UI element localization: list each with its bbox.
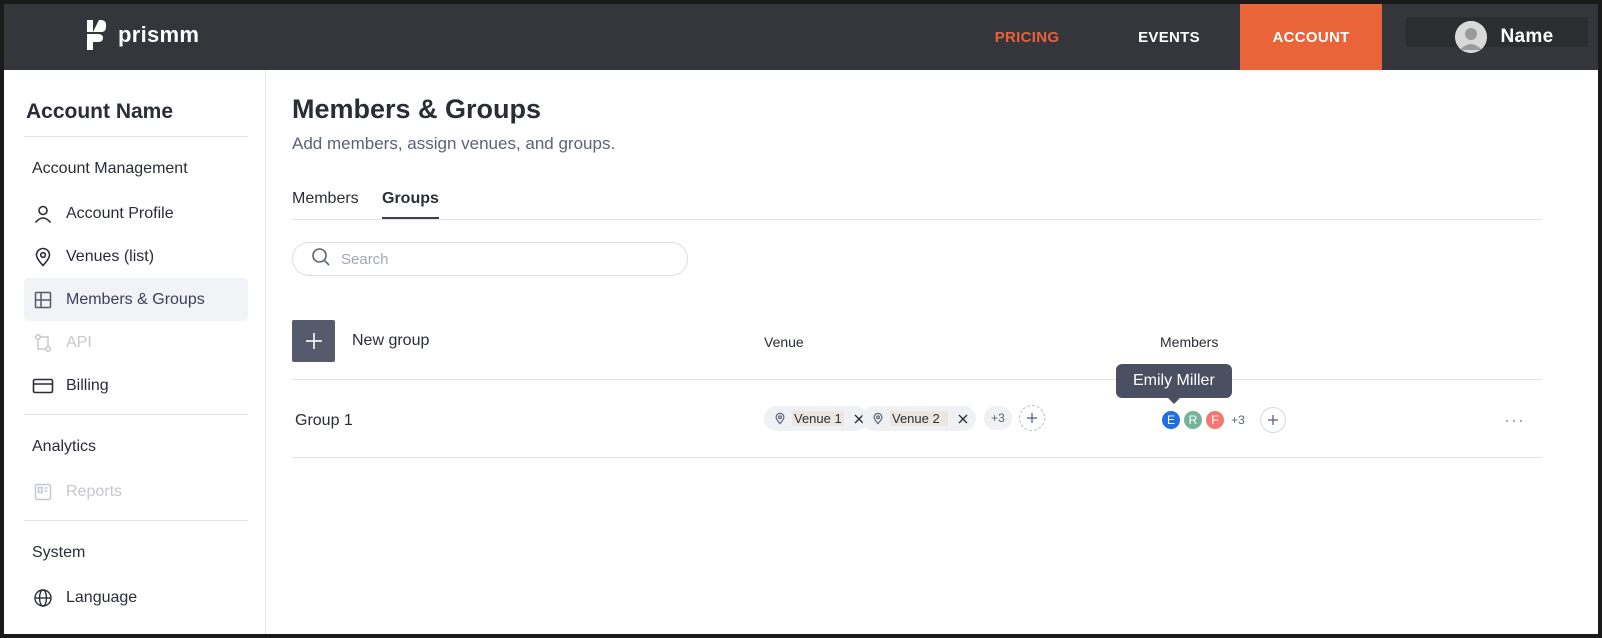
sidebar-divider	[24, 136, 248, 137]
sidebar-item-label: Account Profile	[66, 204, 174, 222]
new-group-button[interactable]	[292, 320, 335, 362]
table-row: Group 1 Venue 1 Venue 2 +3 E R F +3 ···	[292, 380, 1542, 458]
sidebar-item-label: API	[66, 333, 92, 351]
member-avatar[interactable]: F	[1204, 409, 1226, 431]
member-avatar[interactable]: E	[1160, 409, 1182, 431]
venue-chip: Venue 2	[862, 406, 976, 431]
member-more-count[interactable]: +3	[1226, 408, 1250, 432]
sidebar-item-api: API	[24, 321, 248, 364]
page-subtitle: Add members, assign venues, and groups.	[292, 134, 616, 153]
sidebar-item-label: Venues (list)	[66, 247, 155, 265]
section-analytics: Analytics	[32, 438, 97, 455]
reports-icon	[32, 481, 54, 503]
tabs: Members Groups	[292, 180, 1542, 220]
user-menu[interactable]: Name	[1382, 4, 1598, 70]
section-system: System	[32, 544, 86, 561]
sidebar-item-account-profile[interactable]: Account Profile	[24, 192, 248, 235]
sidebar-item-label: Billing	[66, 376, 109, 394]
member-avatar[interactable]: R	[1182, 409, 1204, 431]
add-venue-button[interactable]	[1019, 405, 1045, 431]
credit-card-icon	[32, 375, 54, 397]
prismm-logo-icon	[87, 20, 106, 50]
logo[interactable]: prismm	[84, 18, 199, 52]
venue-chip-label: Venue 1	[792, 411, 844, 426]
venue-chip: Venue 1	[764, 406, 868, 431]
nav-account[interactable]: ACCOUNT	[1240, 4, 1382, 70]
sidebar-item-language[interactable]: Language	[24, 576, 248, 619]
location-pin-icon	[775, 412, 785, 425]
add-member-button[interactable]	[1260, 407, 1286, 433]
avatar-person-icon	[1454, 21, 1487, 53]
main-content: Members & Groups Add members, assign ven…	[292, 70, 1542, 630]
sidebar-item-members-groups[interactable]: Members & Groups	[24, 278, 248, 321]
grid-icon	[32, 289, 54, 311]
location-pin-icon	[873, 412, 883, 425]
sidebar-item-billing[interactable]: Billing	[24, 364, 248, 407]
globe-icon	[32, 587, 54, 609]
top-nav: PRICING EVENTS ACCOUNT Name	[956, 4, 1598, 70]
tab-members[interactable]: Members	[292, 190, 359, 217]
row-more-menu-icon[interactable]: ···	[1504, 410, 1525, 431]
section-account-management: Account Management	[32, 160, 188, 177]
avatar	[1454, 21, 1487, 53]
sidebar-item-label: Reports	[66, 482, 123, 500]
plus-icon	[1027, 413, 1037, 423]
search-box	[292, 242, 688, 276]
sidebar: Account Name Account Management Account …	[4, 70, 266, 634]
sidebar-divider	[24, 414, 248, 415]
page-title: Members & Groups	[292, 94, 542, 124]
sidebar-divider	[24, 520, 248, 521]
venue-chip-label: Venue 2	[890, 411, 948, 426]
plus-icon	[1268, 415, 1278, 425]
nav-pricing[interactable]: PRICING	[956, 4, 1098, 70]
location-pin-icon	[32, 246, 54, 268]
logo-text: prismm	[118, 22, 200, 47]
sidebar-item-reports: Reports	[24, 470, 248, 513]
group-name[interactable]: Group 1	[295, 412, 353, 430]
remove-venue-button[interactable]	[954, 410, 972, 428]
column-header-members: Members	[1160, 334, 1219, 350]
sidebar-item-label: Language	[66, 588, 138, 606]
member-tooltip: Emily Miller	[1116, 364, 1232, 404]
venue-more-count[interactable]: +3	[984, 406, 1012, 430]
api-icon	[32, 332, 54, 354]
sidebar-item-venues[interactable]: Venues (list)	[24, 235, 248, 278]
top-bar: prismm PRICING EVENTS ACCOUNT Name	[4, 4, 1598, 70]
table-header: New group Venue Members	[292, 318, 1542, 380]
plus-icon	[305, 333, 322, 349]
tab-groups[interactable]: Groups	[382, 190, 439, 219]
sidebar-item-label: Members & Groups	[66, 290, 205, 308]
user-icon	[32, 203, 54, 225]
user-pill	[1406, 17, 1588, 47]
search-icon	[311, 247, 331, 272]
search-input[interactable]	[341, 250, 661, 268]
new-group-label[interactable]: New group	[352, 332, 429, 350]
nav-events[interactable]: EVENTS	[1098, 4, 1240, 70]
user-name: Name	[1500, 26, 1554, 47]
app-window: prismm PRICING EVENTS ACCOUNT Name Accou…	[0, 0, 1602, 638]
account-name: Account Name	[26, 100, 174, 123]
column-header-venue: Venue	[764, 334, 804, 350]
close-icon	[958, 414, 968, 423]
